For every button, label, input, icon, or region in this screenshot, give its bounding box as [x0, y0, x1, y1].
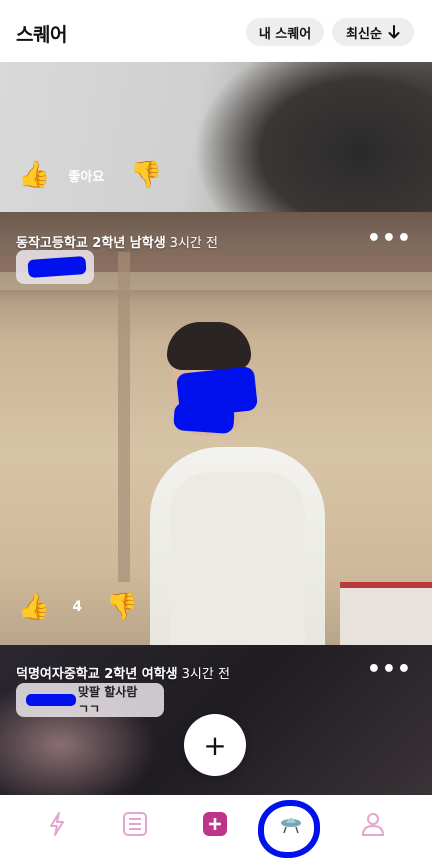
- post-author: 동작고등학교 2학년 남학생 3시간 전: [16, 232, 218, 251]
- app-header: 스퀘어 내 스퀘어 최신순: [0, 0, 432, 62]
- author-name: 덕명여자중학교 2학년 여학생: [16, 667, 178, 682]
- plus-icon: +: [203, 728, 227, 762]
- nav-add[interactable]: [200, 809, 230, 839]
- post-time: 3시간 전: [181, 667, 230, 682]
- annotation-ring: [258, 800, 320, 858]
- post-time: 3시간 전: [169, 236, 218, 251]
- list-icon: [123, 812, 147, 836]
- post-card[interactable]: 👍 좋아요 👎: [0, 62, 432, 212]
- create-post-button[interactable]: +: [184, 714, 246, 776]
- arrow-down-icon: [388, 25, 400, 39]
- sort-button[interactable]: 최신순: [332, 18, 414, 46]
- photo-subject: [167, 322, 251, 370]
- my-square-label: 내 스퀘어: [258, 26, 312, 42]
- nav-lightning[interactable]: [42, 809, 72, 839]
- page-title: 스퀘어: [16, 24, 67, 46]
- reaction-bar: 👍 좋아요 👎: [18, 160, 163, 190]
- redaction-mark: [173, 401, 235, 435]
- redaction-mark: [27, 255, 87, 279]
- lightning-icon: [50, 812, 64, 836]
- more-dots-icon[interactable]: •••: [367, 659, 412, 681]
- tag-text: 맞팔 할사람 ㄱㄱ: [78, 685, 138, 716]
- post-card[interactable]: 동작고등학교 2학년 남학생 3시간 전 ••• 👍 4 👎: [0, 212, 432, 645]
- profile-icon: [361, 813, 385, 836]
- more-dots-icon[interactable]: •••: [367, 228, 412, 250]
- thumbs-down-icon[interactable]: 👎: [130, 160, 162, 190]
- author-name: 동작고등학교 2학년 남학생: [16, 236, 166, 251]
- photo-subject: [170, 472, 305, 645]
- nav-profile[interactable]: [358, 809, 388, 839]
- photo-detail: [118, 252, 130, 582]
- post-tag[interactable]: [16, 250, 94, 284]
- photo-detail: [340, 582, 432, 645]
- like-count: 4: [72, 599, 83, 615]
- nav-list[interactable]: [120, 809, 150, 839]
- like-label: 좋아요: [68, 169, 105, 185]
- thumbs-down-icon[interactable]: 👎: [106, 592, 138, 622]
- my-square-button[interactable]: 내 스퀘어: [246, 18, 324, 46]
- add-post-icon: [203, 812, 227, 836]
- redaction-mark: [26, 694, 76, 706]
- reaction-bar: 👍 4 👎: [18, 592, 139, 622]
- bottom-nav: [0, 795, 432, 861]
- thumbs-up-icon[interactable]: 👍: [18, 160, 50, 190]
- thumbs-up-icon[interactable]: 👍: [18, 592, 50, 622]
- post-author: 덕명여자중학교 2학년 여학생 3시간 전: [16, 663, 230, 682]
- sort-label: 최신순: [346, 26, 382, 42]
- post-tag[interactable]: 맞팔 할사람 ㄱㄱ: [16, 683, 164, 717]
